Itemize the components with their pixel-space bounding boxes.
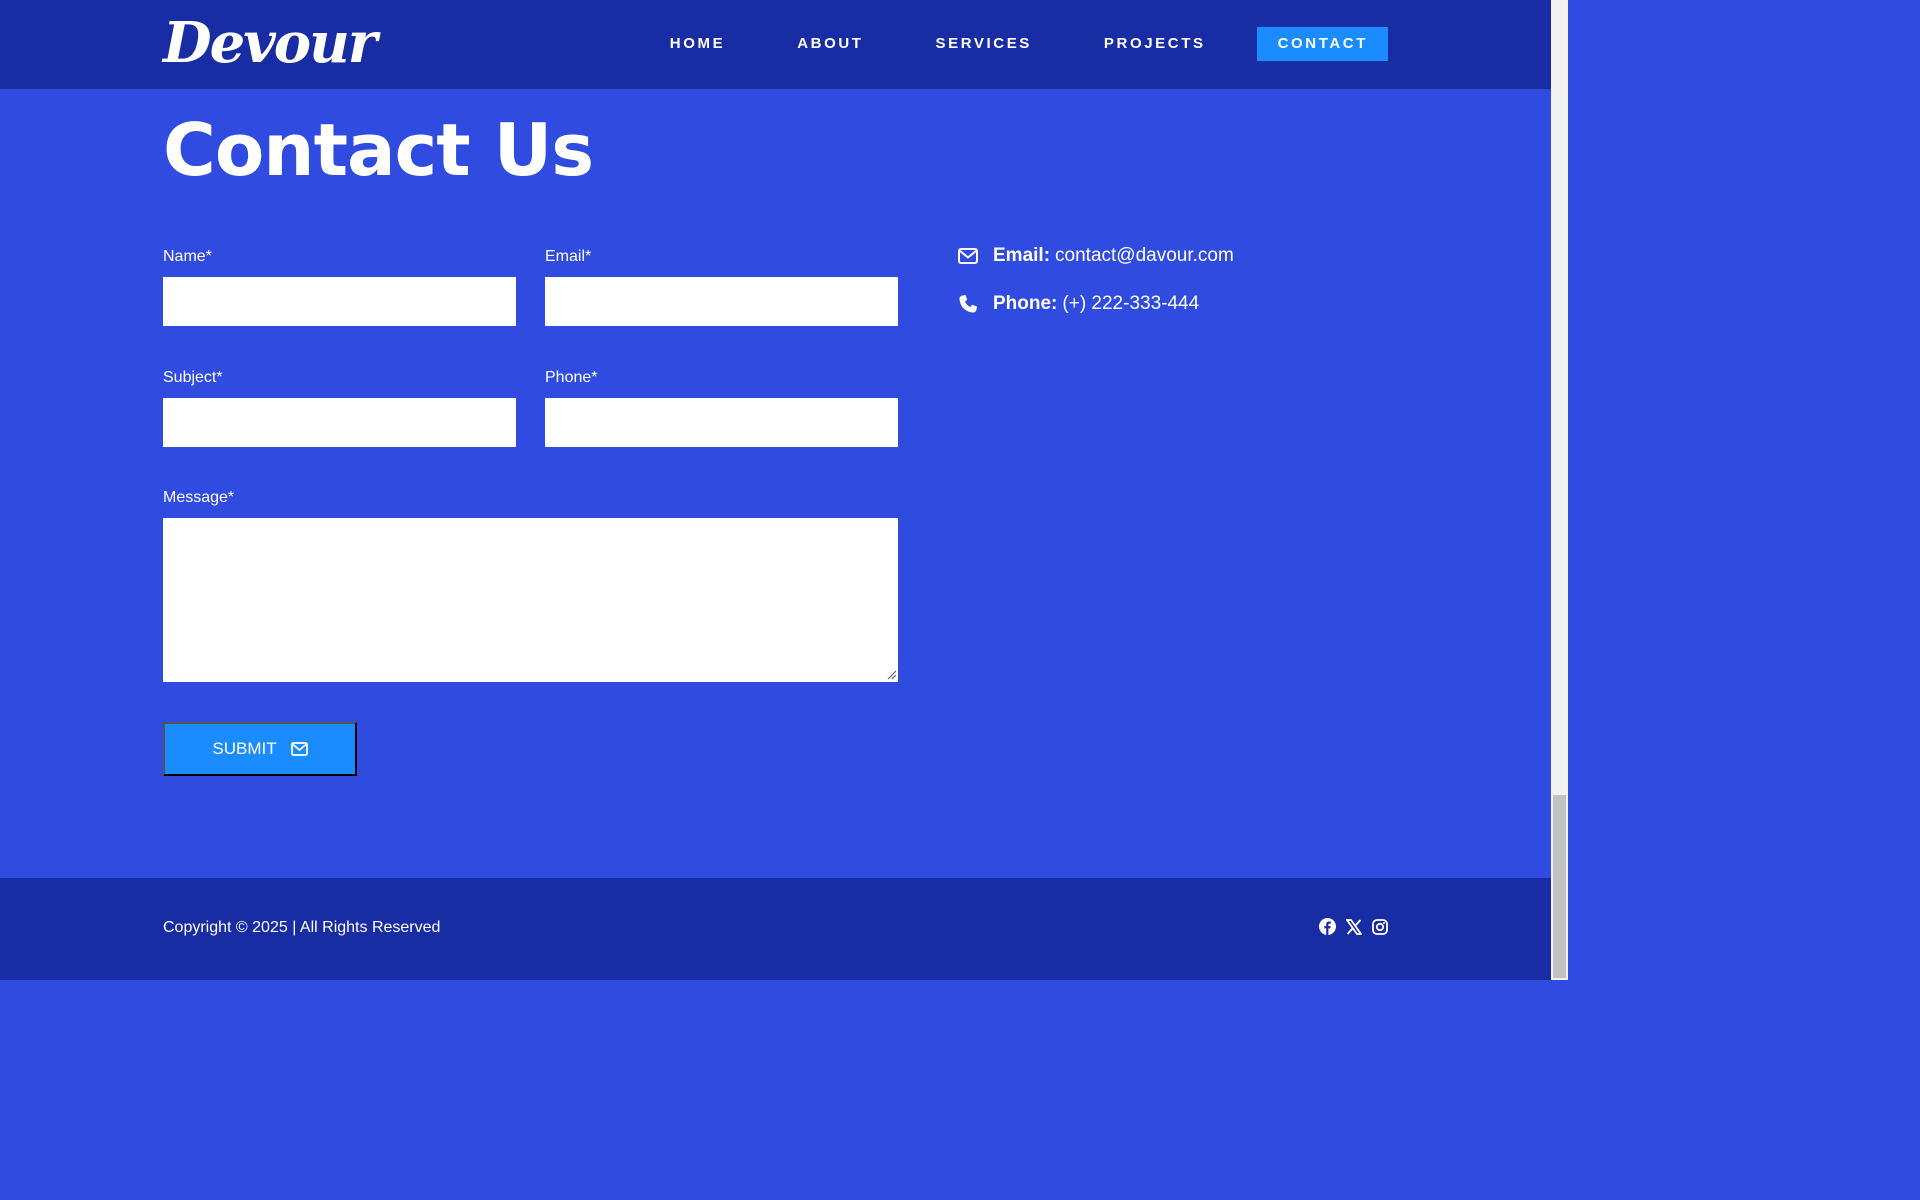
- envelope-icon: [958, 245, 980, 267]
- phone-icon: [958, 293, 980, 315]
- nav-about[interactable]: ABOUT: [797, 27, 863, 61]
- nav-contact[interactable]: CONTACT: [1256, 27, 1388, 61]
- phone-field[interactable]: [545, 398, 898, 447]
- instagram-icon[interactable]: [1372, 918, 1388, 935]
- main-nav: HOME ABOUT SERVICES PROJECTS CONTACT: [670, 27, 1388, 61]
- nav-projects[interactable]: PROJECTS: [1104, 27, 1206, 61]
- nav-services[interactable]: SERVICES: [936, 27, 1032, 61]
- phone-info-label: Phone:: [993, 293, 1058, 314]
- resize-grip-icon[interactable]: [887, 670, 897, 680]
- message-label: Message*: [163, 489, 235, 506]
- email-info-label: Email:: [993, 245, 1051, 266]
- copyright-text: Copyright © 2025 | All Rights Reserved: [163, 919, 441, 936]
- phone-label: Phone*: [545, 369, 598, 386]
- contact-phone-row: Phone: (+) 222-333-444: [958, 293, 1199, 315]
- name-field[interactable]: [163, 277, 516, 326]
- site-logo[interactable]: Devour: [163, 8, 377, 78]
- email-label: Email*: [545, 248, 592, 265]
- email-field[interactable]: [545, 277, 898, 326]
- nav-home[interactable]: HOME: [670, 27, 725, 61]
- x-icon[interactable]: [1346, 918, 1362, 935]
- site-footer: Copyright © 2025 | All Rights Reserved: [0, 878, 1551, 980]
- contact-email-row: Email: contact@davour.com: [958, 245, 1234, 267]
- email-info-value[interactable]: contact@davour.com: [1055, 245, 1234, 267]
- site-header: Devour HOME ABOUT SERVICES PROJECTS CONT…: [0, 0, 1551, 89]
- subject-field[interactable]: [163, 398, 516, 447]
- page-scrollbar[interactable]: [1551, 0, 1568, 980]
- page-title: Contact Us: [163, 108, 594, 192]
- envelope-icon: [290, 742, 308, 756]
- message-field[interactable]: [163, 518, 898, 682]
- facebook-icon[interactable]: [1319, 918, 1336, 935]
- name-label: Name*: [163, 248, 212, 265]
- scrollbar-thumb[interactable]: [1553, 795, 1566, 978]
- submit-label: SUBMIT: [212, 739, 277, 758]
- subject-label: Subject*: [163, 369, 223, 386]
- submit-button[interactable]: SUBMIT: [163, 722, 357, 776]
- phone-info-value[interactable]: (+) 222-333-444: [1062, 293, 1199, 315]
- social-links: [1309, 918, 1388, 935]
